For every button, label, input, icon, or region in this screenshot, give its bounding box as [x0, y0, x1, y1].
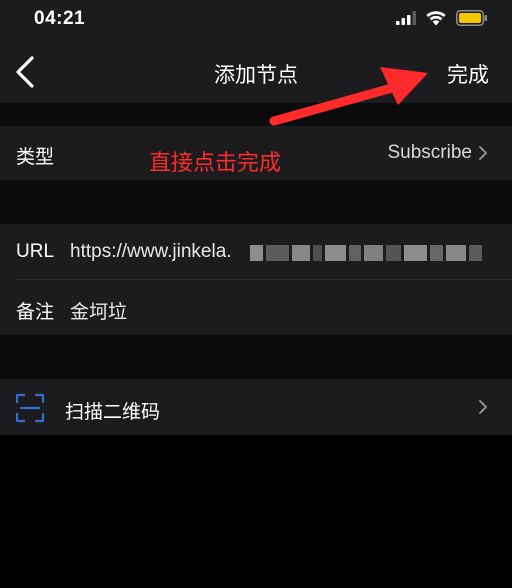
wifi-icon	[426, 11, 446, 26]
status-bar: 04:21	[0, 0, 512, 40]
remark-field[interactable]: 金坷垃	[70, 297, 127, 324]
page-title: 添加节点	[214, 64, 298, 87]
row-divider	[16, 279, 512, 280]
navigation-bar: 添加节点 完成	[0, 40, 512, 103]
remark-label: 备注	[16, 302, 55, 323]
type-value: Subscribe	[387, 142, 473, 163]
section-gap	[0, 103, 512, 126]
annotation-text: 直接点击完成	[149, 151, 282, 176]
red-arrow-annotation	[269, 67, 428, 126]
scan-qr-label: 扫描二维码	[65, 402, 161, 423]
section-gap	[0, 335, 512, 379]
section-gap	[0, 180, 512, 224]
chevron-right-icon	[479, 400, 487, 414]
status-time: 04:21	[34, 8, 86, 29]
type-label: 类型	[16, 147, 55, 168]
qr-scan-icon	[15, 393, 45, 423]
cellular-signal-icon	[396, 11, 416, 25]
url-label: URL	[16, 241, 55, 262]
chevron-right-icon	[479, 146, 487, 160]
battery-icon	[456, 10, 487, 26]
done-button[interactable]: 完成	[447, 59, 489, 89]
url-redacted-pixelation	[250, 241, 483, 265]
